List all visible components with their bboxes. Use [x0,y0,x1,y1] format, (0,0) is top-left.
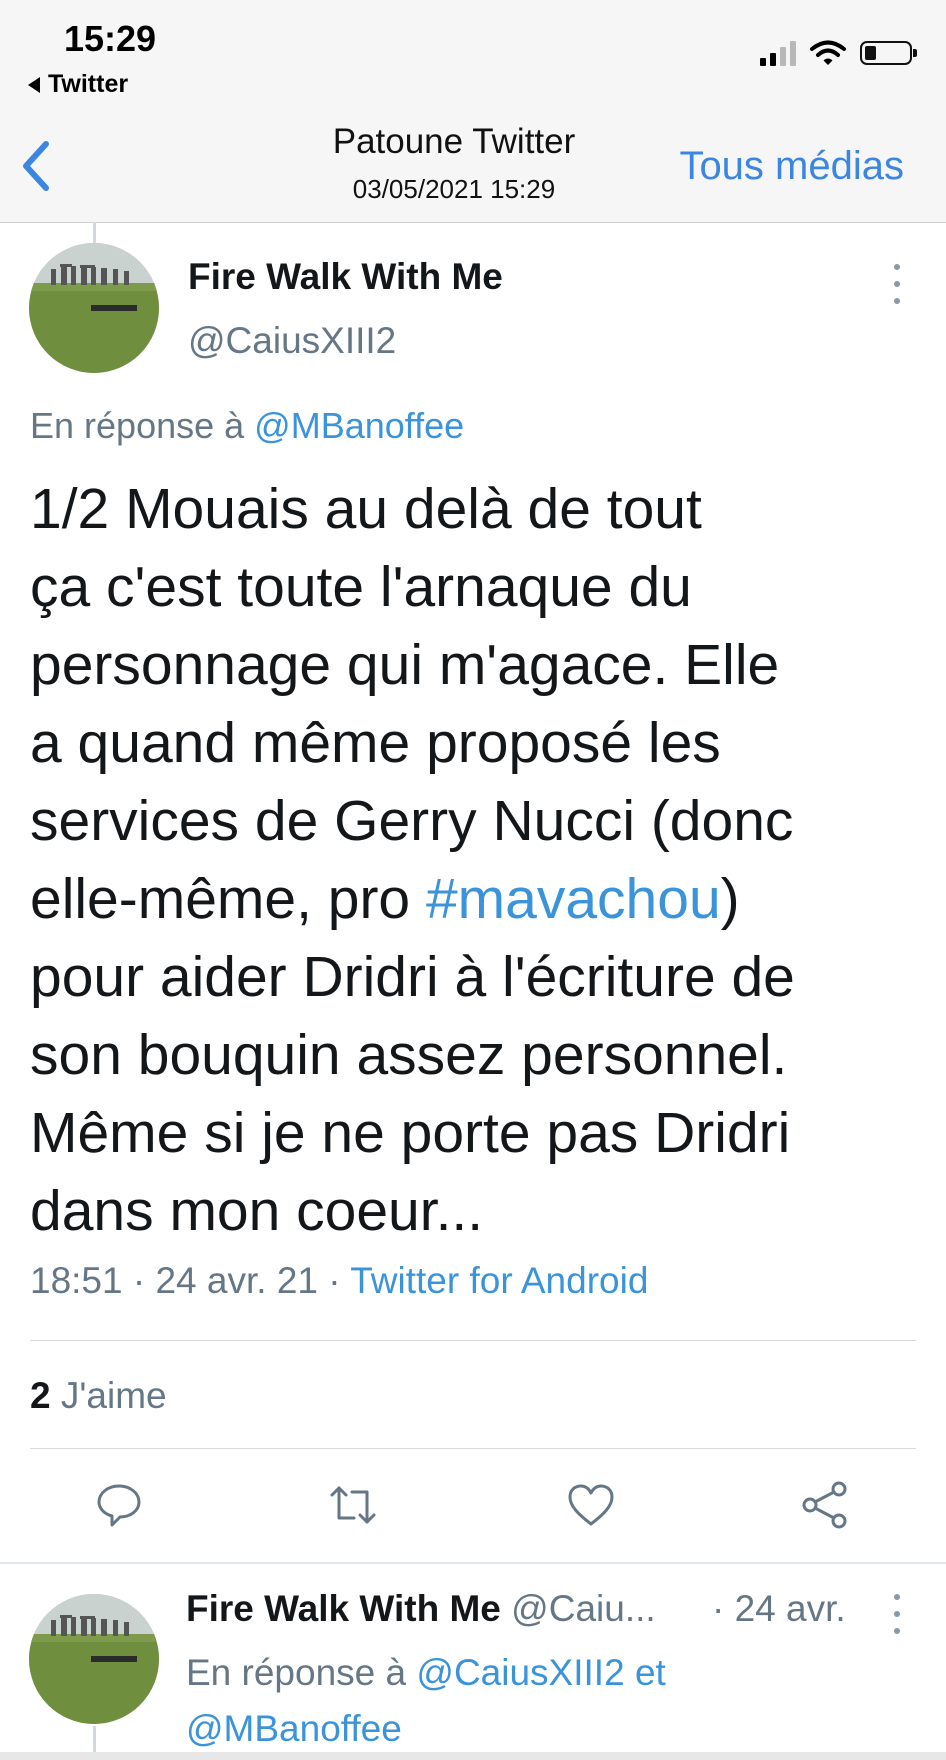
avatar[interactable] [29,243,159,373]
back-chevron-icon[interactable] [18,138,58,194]
tweet-time: 18:51 [30,1260,123,1301]
likes-label: J'aime [60,1375,167,1416]
reply-conjunction: et [634,1652,666,1693]
top-bar: 15:29 Twitter Patoune Twitter 03/05/2021… [0,0,946,223]
hashtag-link[interactable]: #mavachou [426,867,721,931]
back-to-app-button[interactable]: Twitter [28,70,128,99]
reply-avatar[interactable] [29,1594,159,1724]
battery-icon [860,41,917,65]
signal-icon [760,40,796,66]
wifi-icon [810,40,846,65]
tweet-actions [0,1480,946,1530]
divider [30,1448,916,1449]
reply-prefix: En réponse à [186,1652,407,1693]
like-icon[interactable] [566,1480,616,1530]
meta-separator: · [122,1260,156,1301]
retweet-icon[interactable] [328,1480,378,1530]
author-name[interactable]: Fire Walk With Me [188,256,503,298]
reply-to-link[interactable]: @MBanoffee [186,1708,402,1749]
tweet-text: 1/2 Mouais au delà de tout ça c'est tout… [30,470,890,1250]
more-icon[interactable] [891,1594,903,1634]
meta-separator: · [318,1260,351,1301]
tweet-source-link[interactable]: Twitter for Android [350,1260,648,1301]
all-media-button[interactable]: Tous médias [679,144,904,189]
tweet-meta: 18:51 · 24 avr. 21 · Twitter for Android [30,1260,648,1302]
tweet-separator [0,1562,946,1564]
likes-count: 2 [30,1375,51,1416]
back-triangle-icon [28,76,40,93]
reply-to-link[interactable]: @MBanoffee [254,405,464,446]
share-icon[interactable] [800,1480,850,1530]
divider [30,1340,916,1341]
likes-count-button[interactable]: 2 J'aime [30,1375,167,1417]
more-icon[interactable] [891,264,903,304]
tweet-date: 24 avr. 21 [155,1260,318,1301]
reply-context: En réponse à @CaiusXIII2 et @MBanoffee [186,1645,906,1757]
reply-author-handle: @Caiu... [511,1588,656,1629]
thread-line [93,222,96,244]
reply-author-name: Fire Walk With Me [186,1588,501,1629]
status-icons [760,40,917,66]
tweet-text-part-1: 1/2 Mouais au delà de tout ça c'est tout… [30,477,794,931]
reply-icon[interactable] [94,1480,144,1530]
reply-context: En réponse à @MBanoffee [30,405,464,447]
reply-to-link[interactable]: @CaiusXIII2 [416,1652,624,1693]
reply-header[interactable]: Fire Walk With Me @Caiu... [186,1588,656,1630]
back-app-label: Twitter [48,70,129,98]
bottom-strip [0,1752,946,1760]
reply-prefix: En réponse à [30,405,245,446]
reply-date: · 24 avr. [712,1588,846,1629]
author-handle[interactable]: @CaiusXIII2 [188,320,396,362]
status-time: 15:29 [64,18,157,59]
